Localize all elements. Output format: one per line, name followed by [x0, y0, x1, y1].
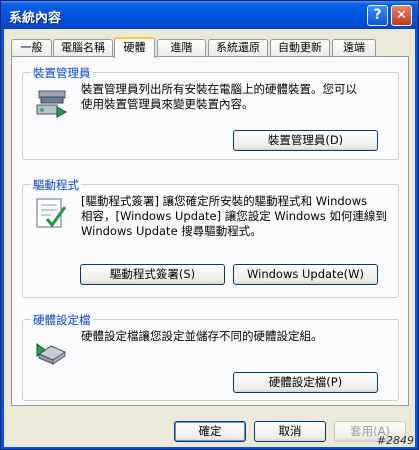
driver-signing-button[interactable]: 驅動程式簽署(S): [80, 264, 225, 285]
driver-signing-icon: [36, 198, 67, 228]
device-manager-title: 裝置管理員: [31, 65, 93, 81]
close-icon: ✕: [396, 8, 407, 23]
cancel-button[interactable]: 取消: [254, 421, 326, 442]
hardware-profiles-description: 硬體設定檔讓您設定並儲存不同的硬體設定組。: [81, 329, 323, 343]
device-manager-icon: [36, 90, 68, 118]
device-manager-description: 裝置管理員列出所有安裝在電腦上的硬體裝置。您可以 使用裝置管理員來變更裝置內容。: [81, 82, 357, 112]
tab-computer-name[interactable]: 電腦名稱: [53, 39, 113, 56]
hardware-profile-icon: [36, 343, 67, 365]
drivers-desc-line-3: Windows Update 搜尋驅動程式。: [81, 224, 262, 238]
drivers-desc-line-1: [驅動程式簽署] 讓您確定所安裝的驅動程式和 Windows: [81, 194, 368, 208]
tab-advanced[interactable]: 進階: [157, 39, 206, 56]
window-title: 系統內容: [9, 11, 62, 26]
tab-hardware[interactable]: 硬體: [114, 37, 155, 58]
drivers-group: 驅動程式 [驅動程式簽署] 讓您確定所安裝的驅動程式和 Windows 相容，[…: [22, 177, 399, 298]
title-bar[interactable]: 系統內容 ? ✕: [1, 1, 418, 29]
ok-button[interactable]: 確定: [174, 421, 246, 442]
watermark-text: #2849: [376, 434, 414, 447]
hardware-tab-panel: 裝置管理員 裝置管理員列出所有安裝在電腦上的硬體裝置。您可以 使用裝置管理員來變…: [11, 56, 409, 406]
tab-remote[interactable]: 遠端: [332, 39, 376, 56]
device-manager-desc-line-1: 裝置管理員列出所有安裝在電腦上的硬體裝置。您可以: [81, 82, 357, 96]
close-button[interactable]: ✕: [391, 5, 412, 26]
system-properties-window: 系統內容 ? ✕ 一般 電腦名稱 硬體 進階 系統還原 自動更新 遠端 裝置管理…: [0, 0, 419, 450]
hardware-profiles-button[interactable]: 硬體設定檔(P): [233, 372, 378, 393]
device-manager-group: 裝置管理員 裝置管理員列出所有安裝在電腦上的硬體裝置。您可以 使用裝置管理員來變…: [22, 65, 399, 160]
tab-general[interactable]: 一般: [11, 39, 52, 56]
hardware-profiles-title: 硬體設定檔: [31, 312, 93, 328]
tab-system-restore[interactable]: 系統還原: [208, 39, 268, 56]
windows-update-button[interactable]: Windows Update(W): [233, 264, 378, 285]
device-manager-desc-line-2: 使用裝置管理員來變更裝置內容。: [81, 97, 254, 111]
help-icon: ?: [373, 7, 382, 23]
drivers-title: 驅動程式: [31, 177, 81, 193]
drivers-desc-line-2: 相容，[Windows Update] 讓您設定 Windows 如何連線到: [81, 209, 387, 223]
drivers-description: [驅動程式簽署] 讓您確定所安裝的驅動程式和 Windows 相容，[Windo…: [81, 194, 387, 239]
tab-automatic-updates[interactable]: 自動更新: [270, 39, 330, 56]
dialog-body: 一般 電腦名稱 硬體 進階 系統還原 自動更新 遠端 裝置管理員 裝置管理員列出…: [4, 29, 415, 447]
hardware-profiles-group: 硬體設定檔 硬體設定檔讓您設定並儲存不同的硬體設定組。 硬體設定檔(P): [22, 312, 399, 401]
help-button[interactable]: ?: [367, 5, 388, 26]
device-manager-button[interactable]: 裝置管理員(D): [233, 130, 378, 151]
